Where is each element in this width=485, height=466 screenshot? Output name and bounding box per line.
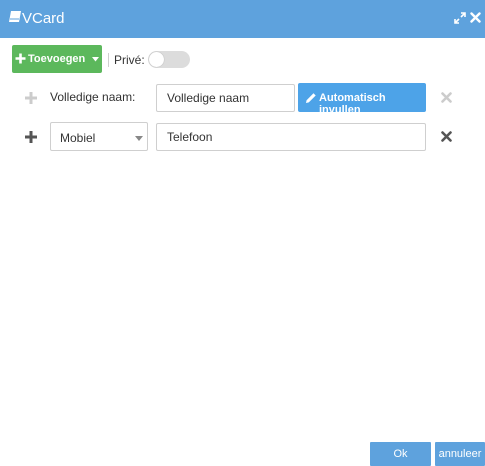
phone-type-select[interactable]: Mobiel (50, 122, 148, 151)
autofill-button[interactable]: Automatisch invullen (298, 83, 426, 116)
prive-toggle[interactable] (148, 51, 190, 68)
autofill-label: Automatisch invullen (319, 92, 386, 116)
add-button-label: Toevoegen (28, 53, 86, 65)
remove-icon (441, 92, 452, 103)
caret-down-icon (92, 57, 99, 62)
phone-type-value: Mobiel (60, 131, 96, 145)
toolbar-divider (108, 53, 109, 67)
phone-input[interactable] (156, 123, 426, 151)
toggle-knob (149, 52, 164, 67)
cancel-button[interactable]: annuleer (435, 442, 485, 466)
vcard-dialog: VCard Toevoegen Privé: Volledige naam: V… (0, 0, 485, 466)
phone-row: Mobiel (0, 122, 485, 152)
dialog-title: VCard (22, 10, 65, 27)
toolbar: Toevoegen Privé: (0, 45, 485, 75)
title-bar: VCard (0, 0, 485, 38)
remove-icon[interactable] (441, 131, 452, 142)
full-name-input[interactable] (156, 84, 295, 112)
plus-icon (15, 53, 26, 64)
plus-icon[interactable] (24, 130, 38, 144)
full-name-label: Volledige naam: (50, 90, 136, 104)
plus-icon (25, 92, 37, 104)
notebook-icon (9, 11, 21, 22)
expand-icon[interactable] (454, 12, 466, 24)
ok-button[interactable]: Ok (370, 442, 431, 466)
full-name-row: Volledige naam: Automatisch invullen (0, 83, 485, 116)
add-dropdown-button[interactable]: Toevoegen (12, 45, 102, 73)
pencil-icon (306, 93, 316, 103)
prive-label: Privé: (114, 53, 145, 67)
caret-down-icon (135, 136, 143, 141)
close-icon[interactable] (470, 12, 481, 23)
